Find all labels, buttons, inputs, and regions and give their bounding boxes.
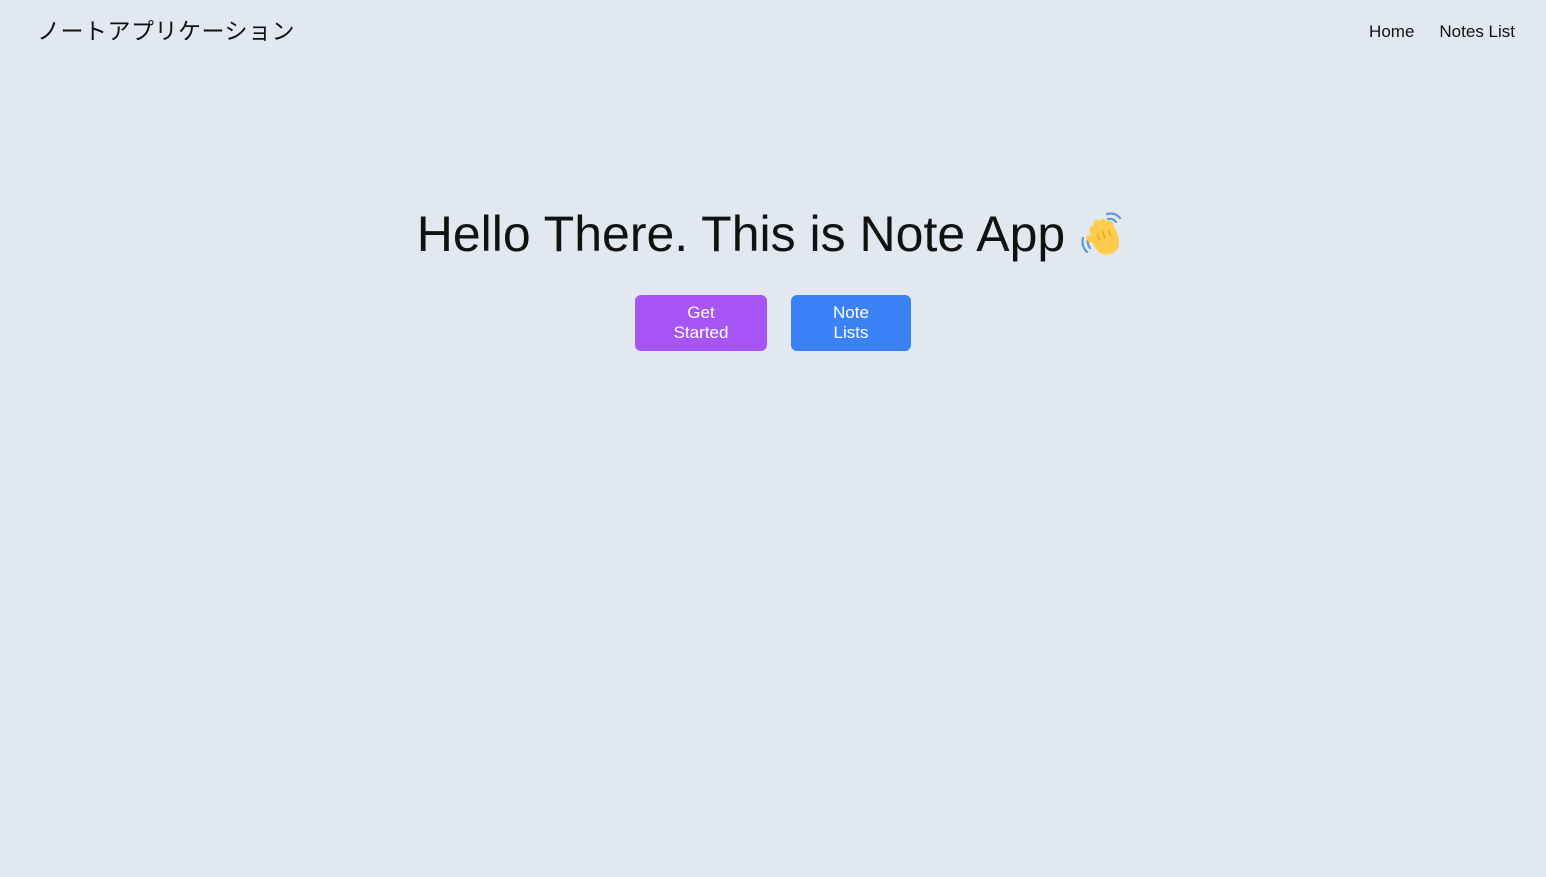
- nav-links: Home Notes List: [1369, 20, 1515, 44]
- hero-section: Hello There. This is Note App: [0, 200, 1546, 268]
- hero-title-text: Hello There. This is Note App: [416, 206, 1066, 262]
- nav-link-home[interactable]: Home: [1369, 20, 1414, 44]
- waving-hand-icon: [1077, 208, 1129, 260]
- nav-link-notes-list[interactable]: Notes List: [1439, 20, 1515, 44]
- navbar: ノートアプリケーション Home Notes List: [0, 0, 1546, 64]
- hero-heading: Hello There. This is Note App: [417, 200, 1130, 268]
- brand-logo-text[interactable]: ノートアプリケーション: [37, 16, 295, 48]
- note-lists-button[interactable]: Note Lists: [791, 295, 911, 351]
- hero-actions: Get Started Note Lists: [0, 295, 1546, 351]
- get-started-button[interactable]: Get Started: [635, 295, 767, 351]
